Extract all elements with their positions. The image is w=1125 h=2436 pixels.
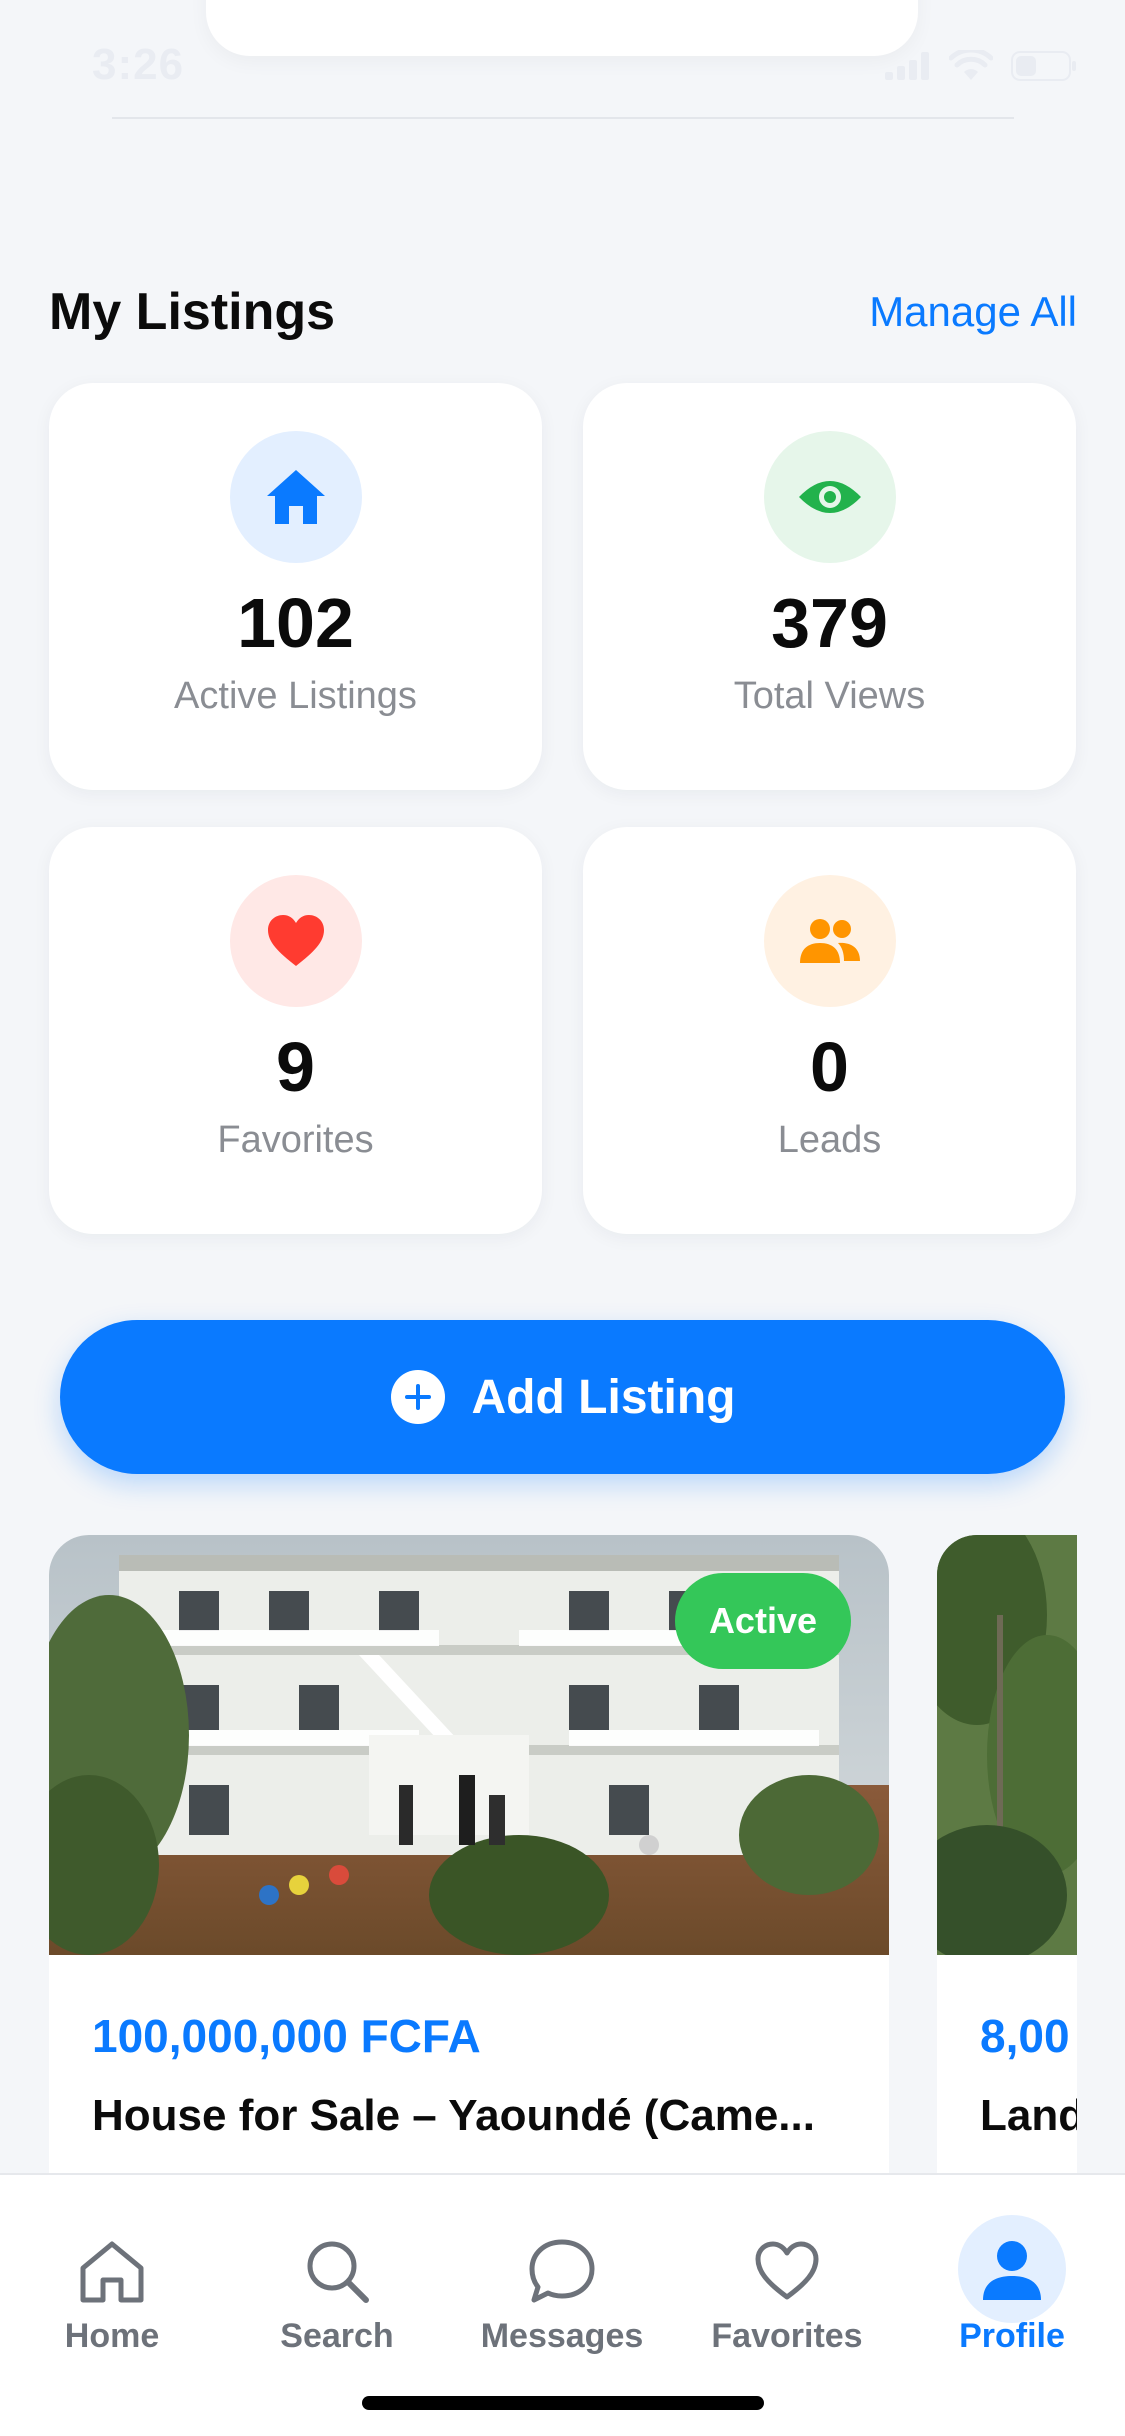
wifi-icon: [949, 50, 993, 80]
stat-label: Leads: [777, 1119, 882, 1161]
house-outline-icon: [72, 2231, 152, 2311]
stat-card-favorites[interactable]: 9 Favorites: [49, 827, 542, 1234]
divider: [112, 117, 1014, 119]
listing-title: Land: [980, 2091, 1077, 2140]
stat-card-active-listings[interactable]: 102 Active Listings: [49, 383, 542, 790]
manage-all-link[interactable]: Manage All: [869, 288, 1077, 336]
stat-label: Favorites: [217, 1119, 374, 1161]
listing-photo: [937, 1535, 1077, 1955]
stat-value: 102: [237, 584, 354, 662]
magnifier-icon: [297, 2231, 377, 2311]
stat-label: Total Views: [733, 675, 926, 717]
status-icons: [885, 50, 1077, 82]
chat-bubble-icon: [522, 2231, 602, 2311]
listing-card[interactable]: 8,00 Land: [937, 1535, 1077, 2235]
tab-label: Messages: [480, 2317, 644, 2355]
section-title: My Listings: [49, 283, 336, 341]
listing-price: 100,000,000 FCFA: [92, 2010, 481, 2062]
listing-card[interactable]: Active 100,000,000 FCFA House for Sale –…: [49, 1535, 889, 2235]
tab-label: Favorites: [711, 2317, 863, 2355]
plus-circle-icon: [390, 1370, 445, 1424]
heart-outline-icon: [747, 2231, 827, 2311]
listing-title: House for Sale – Yaoundé (Came...: [92, 2091, 815, 2140]
profile-screen: 3:26 My Listings Manage All 102 Active L…: [0, 0, 1125, 2436]
tab-label: Home: [64, 2317, 160, 2355]
stat-value: 9: [276, 1028, 315, 1106]
tab-messages[interactable]: Messages: [462, 2175, 662, 2375]
add-listing-label: Add Listing: [471, 1370, 736, 1424]
tab-profile[interactable]: Profile: [912, 2175, 1112, 2375]
stat-value: 0: [810, 1028, 849, 1106]
add-listing-button[interactable]: Add Listing: [60, 1320, 1065, 1474]
tab-label: Profile: [959, 2317, 1065, 2355]
status-badge: Active: [674, 1573, 851, 1669]
stat-card-leads[interactable]: 0 Leads: [583, 827, 1076, 1234]
battery-icon: [1011, 51, 1076, 81]
person-icon: [972, 2231, 1052, 2311]
stat-value: 379: [771, 584, 888, 662]
signal-icon: [885, 52, 929, 80]
tab-label: Search: [280, 2317, 394, 2355]
people-icon: [763, 875, 896, 1007]
heart-icon: [229, 875, 362, 1007]
top-sheet: [206, 0, 918, 56]
home-indicator: [362, 2396, 764, 2410]
tab-search[interactable]: Search: [237, 2175, 437, 2375]
eye-icon: [763, 431, 896, 563]
tab-favorites[interactable]: Favorites: [687, 2175, 887, 2375]
status-time: 3:26: [92, 40, 185, 89]
home-icon: [229, 431, 362, 563]
stat-label: Active Listings: [174, 675, 417, 717]
tab-home[interactable]: Home: [12, 2175, 212, 2375]
listing-price: 8,00: [980, 2010, 1070, 2062]
stat-card-total-views[interactable]: 379 Total Views: [583, 383, 1076, 790]
